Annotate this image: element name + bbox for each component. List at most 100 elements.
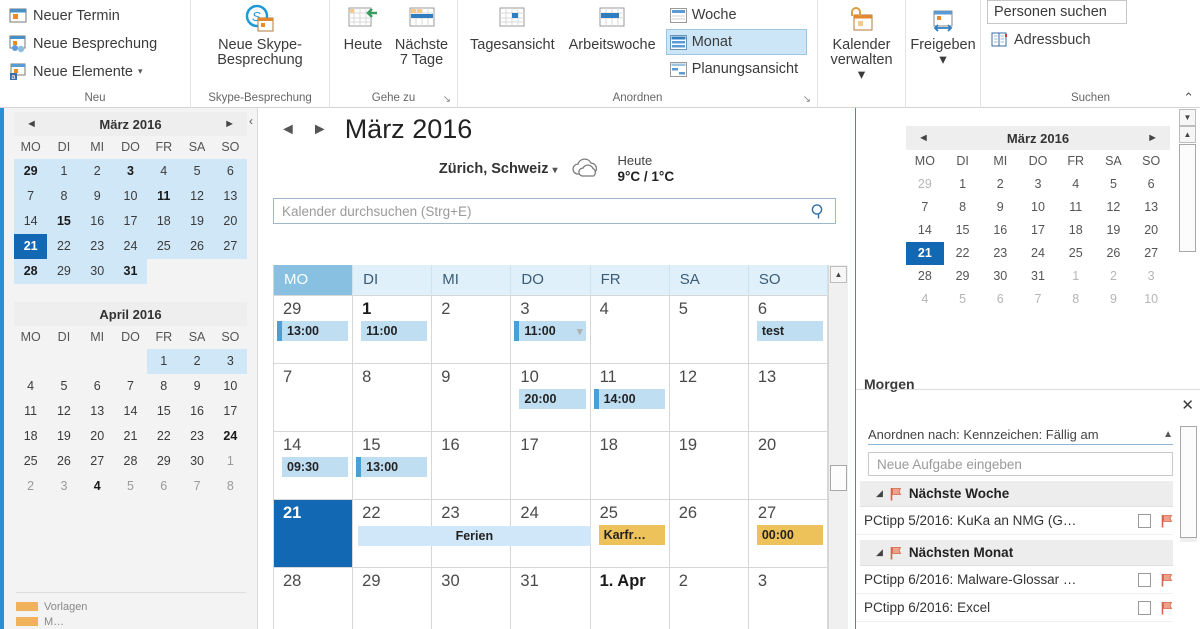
flag-icon[interactable] [1161, 514, 1173, 528]
calendar-appointment[interactable]: 14:00 [593, 389, 665, 409]
calendar-dow-fr[interactable]: FR [590, 265, 670, 295]
new-meeting-button[interactable]: Neue Besprechung [6, 30, 162, 57]
calendar-day-cell[interactable]: 4 [591, 296, 670, 363]
left-dp-march-day[interactable]: 1 [47, 159, 81, 184]
calendar-day-cell[interactable]: 3 11:00 ▾ [511, 296, 591, 363]
right-dp-day[interactable]: 17 [1019, 219, 1057, 242]
right-dp-day[interactable]: 6 [1132, 173, 1170, 196]
left-dp-april-day[interactable]: 19 [47, 424, 80, 449]
left-footer-row-1[interactable]: Vorlagen [16, 599, 246, 614]
right-dp-day[interactable]: 18 [1057, 219, 1095, 242]
task-arrange-header[interactable]: Anordnen nach: Kennzeichen: Fällig am ▲ [868, 427, 1173, 445]
all-day-event[interactable]: Ferien [353, 526, 591, 546]
calendar-day-cell[interactable]: 26 [670, 500, 749, 567]
left-dp-march-day[interactable]: 9 [80, 184, 114, 209]
right-dp-day[interactable]: 6 [981, 288, 1019, 311]
left-dp-april-day[interactable]: 30 [180, 449, 213, 474]
right-dp-day[interactable]: 8 [944, 196, 982, 219]
right-dp-day[interactable]: 4 [1057, 173, 1095, 196]
calendar-day-cell[interactable]: 6 test [749, 296, 828, 363]
calendar-day-cell[interactable]: 3 [749, 568, 828, 629]
calendar-appointment[interactable]: 09:30 [277, 457, 349, 477]
close-task-pane-icon[interactable]: ✕ [1181, 398, 1194, 413]
calendar-day-cell[interactable]: 14 09:30 [274, 432, 354, 499]
left-dp-march-day[interactable]: 6 [213, 159, 247, 184]
right-dp-day[interactable]: 15 [944, 219, 982, 242]
search-input[interactable] [282, 203, 810, 219]
calendar-prev-icon[interactable]: ◄ [275, 121, 301, 139]
right-next-month-icon[interactable]: ► [1143, 132, 1162, 144]
left-dp-april-day[interactable]: 9 [180, 374, 213, 399]
day-view-button[interactable]: Tagesansicht [464, 2, 561, 55]
left-dp-april-day[interactable]: 7 [180, 474, 213, 499]
calendar-appointment[interactable]: 13:00 [277, 321, 349, 341]
left-dp-april-day[interactable]: 3 [47, 474, 80, 499]
left-dp-april-day[interactable]: 16 [180, 399, 213, 424]
right-dp-day[interactable]: 13 [1132, 196, 1170, 219]
address-book-button[interactable]: Adressbuch [987, 26, 1127, 53]
calendar-appointment[interactable]: 20:00 [514, 389, 586, 409]
left-dp-april-day[interactable]: 3 [213, 349, 247, 374]
right-dp-day[interactable]: 14 [906, 219, 944, 242]
new-skype-meeting-button[interactable]: S Neue Skype- Besprechung [200, 2, 320, 70]
left-dp-march-day[interactable]: 29 [14, 159, 48, 184]
calendar-dow-do[interactable]: DO [511, 265, 591, 295]
left-dp-april-day[interactable]: 1 [147, 349, 181, 374]
right-dp-day[interactable]: 3 [1132, 265, 1170, 288]
left-dp-april-day[interactable]: 6 [147, 474, 180, 499]
new-items-button[interactable]: a Neue Elemente ▾ [6, 58, 162, 85]
right-dp-day[interactable]: 2 [981, 173, 1019, 196]
calendar-day-cell[interactable]: 12 [670, 364, 749, 431]
calendar-day-cell[interactable]: 2 [670, 568, 749, 629]
left-dp-march-day[interactable]: 31 [113, 259, 148, 284]
left-dp-april-day[interactable]: 25 [14, 449, 47, 474]
calendar-dow-sa[interactable]: SA [669, 265, 749, 295]
left-dp-march-day[interactable]: 27 [213, 234, 247, 259]
calendar-day-cell[interactable]: 17 [511, 432, 591, 499]
left-dp-march-day[interactable]: 4 [147, 159, 181, 184]
task-row[interactable]: PCtipp 5/2016: KuKa an NMG (G… [856, 507, 1173, 535]
calendar-day-cell[interactable]: 27 00:00 [749, 500, 828, 567]
collapse-left-pane-icon[interactable]: ‹ [249, 114, 253, 128]
left-dp-april-day[interactable]: 10 [214, 374, 247, 399]
left-dp-april-day[interactable]: 20 [81, 424, 114, 449]
weather-location-dropdown[interactable]: Zürich, Schweiz ▾ [439, 161, 558, 177]
left-dp-april-day[interactable]: 1 [214, 449, 247, 474]
left-dp-april-day[interactable]: 7 [114, 374, 147, 399]
right-dp-day[interactable]: 9 [981, 196, 1019, 219]
appointment-more-icon[interactable]: ▾ [577, 325, 586, 338]
left-dp-april-day[interactable]: 5 [47, 374, 80, 399]
left-dp-march-day[interactable]: 13 [213, 184, 247, 209]
left-dp-april-day[interactable]: 13 [81, 399, 114, 424]
task-complete-checkbox[interactable] [1138, 513, 1151, 528]
left-dp-april-day[interactable]: 6 [81, 374, 114, 399]
calendar-day-cell[interactable]: 1 11:00 [353, 296, 433, 363]
right-dp-day[interactable]: 31 [1019, 265, 1057, 288]
calendar-appointment[interactable]: 13:00 [356, 457, 428, 477]
task-complete-checkbox[interactable] [1138, 572, 1151, 587]
calendar-day-cell[interactable]: 29 [353, 568, 433, 629]
right-dp-day[interactable]: 5 [1095, 173, 1133, 196]
task-sort-arrow-icon[interactable]: ▲ [1163, 429, 1173, 440]
right-dp-day[interactable]: 23 [981, 242, 1019, 265]
manage-calendar-button[interactable]: Kalender verwalten ▾ [822, 2, 902, 85]
view-schedule-item[interactable]: Planungsansicht [666, 56, 807, 82]
calendar-day-cell[interactable]: 21 [274, 500, 354, 567]
new-appointment-button[interactable]: Neuer Termin [6, 2, 162, 29]
calendar-dow-mi[interactable]: MI [432, 265, 512, 295]
right-dp-day[interactable]: 16 [981, 219, 1019, 242]
right-dp-day[interactable]: 2 [1095, 265, 1133, 288]
calendar-day-cell[interactable]: 5 [670, 296, 749, 363]
share-button[interactable]: Freigeben ▾ [909, 2, 977, 70]
right-dp-day[interactable]: 30 [981, 265, 1019, 288]
task-group-header[interactable]: ◢ Nächste Woche [860, 481, 1173, 507]
right-dp-day[interactable]: 25 [1057, 242, 1095, 265]
left-dp-march-day[interactable]: 26 [180, 234, 214, 259]
calendar-day-cell[interactable]: 19 [670, 432, 749, 499]
left-dp-march-day[interactable]: 24 [113, 234, 148, 259]
view-week-item[interactable]: Woche [666, 2, 807, 28]
left-dp-march-day[interactable]: 17 [113, 209, 148, 234]
left-dp-march-day[interactable]: 14 [14, 209, 48, 234]
left-dp-march-day[interactable]: 23 [80, 234, 114, 259]
task-complete-checkbox[interactable] [1138, 600, 1151, 615]
